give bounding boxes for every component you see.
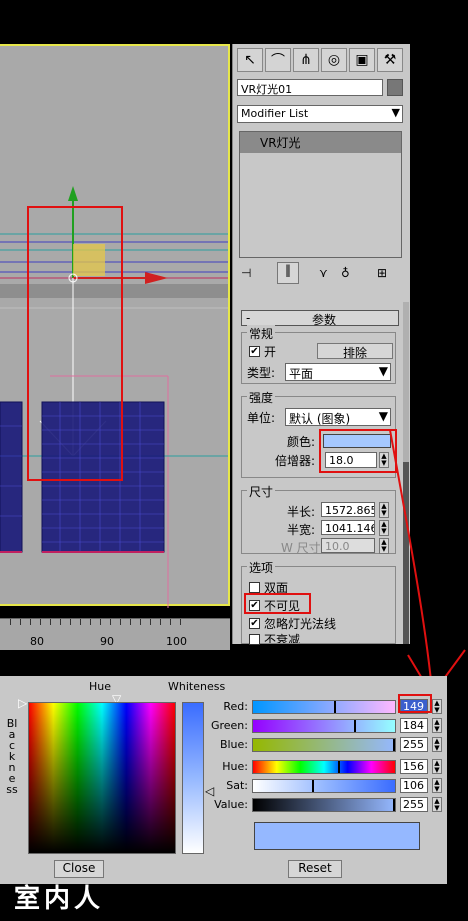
- slider-marker[interactable]: [354, 720, 356, 732]
- reset-button[interactable]: Reset: [288, 860, 342, 878]
- color-swatch: [254, 822, 420, 850]
- ignore-normals-checkbox[interactable]: ✔: [249, 618, 260, 629]
- light-highlight-box: [27, 206, 123, 481]
- w-size-label: W 尺寸: [281, 541, 321, 555]
- remove-modifier-icon[interactable]: ♁: [341, 266, 357, 282]
- hue-label: Hue: [89, 680, 112, 693]
- picker-row-label: Sat:: [226, 779, 248, 792]
- picker-row-label: Green:: [210, 719, 248, 732]
- modify-tab-icon[interactable]: ⌒: [265, 48, 291, 72]
- type-value: 平面: [289, 367, 314, 381]
- half-width-label: 半宽:: [287, 523, 316, 537]
- unit-label: 单位:: [247, 411, 276, 425]
- half-length-label: 半长:: [287, 505, 316, 519]
- type-dropdown[interactable]: 平面 ▼: [285, 363, 391, 381]
- picker-row-spinner[interactable]: ▲ ▼: [432, 797, 442, 812]
- picker-row-label: Red:: [223, 700, 248, 713]
- picker-row-label: Hue:: [222, 760, 248, 773]
- multiplier-label: 倍增器:: [275, 454, 316, 468]
- intensity-title: 强度: [247, 389, 276, 406]
- picker-row-spinner[interactable]: ▲ ▼: [432, 699, 442, 714]
- pin-stack-icon[interactable]: ⊣: [241, 266, 257, 282]
- hierarchy-tab-icon[interactable]: ⋔: [293, 48, 319, 72]
- params-rollout-header[interactable]: - 参数: [241, 310, 399, 327]
- picker-row-slider[interactable]: [252, 798, 396, 812]
- modifier-stack[interactable]: VR灯光: [239, 131, 402, 258]
- slider-marker[interactable]: [338, 761, 340, 773]
- type-label: 类型:: [247, 366, 276, 380]
- picker-row-label: Blue:: [219, 738, 248, 751]
- unit-value: 默认 (图象): [289, 412, 351, 426]
- picker-row-value[interactable]: 106: [400, 778, 428, 793]
- ruler-label: 90: [100, 635, 114, 648]
- configure-sets-icon[interactable]: ⊞: [377, 266, 393, 282]
- picker-row-spinner[interactable]: ▲ ▼: [432, 759, 442, 774]
- viewport[interactable]: [0, 44, 230, 608]
- picker-row-slider[interactable]: [252, 738, 396, 752]
- double-sided-checkbox[interactable]: [249, 582, 260, 593]
- blackness-label: Blackness: [6, 717, 18, 796]
- utilities-tab-icon[interactable]: ⚒: [377, 48, 403, 72]
- modifier-list-label: Modifier List: [241, 107, 309, 120]
- ignore-normals-label: 忽略灯光法线: [264, 617, 337, 631]
- picker-row-value[interactable]: 184: [400, 718, 428, 733]
- half-length-input[interactable]: 1572.865: [321, 502, 375, 517]
- slider-marker[interactable]: [312, 780, 314, 792]
- modifier-list-dropdown[interactable]: Modifier List ▼: [237, 105, 403, 123]
- picker-row-value[interactable]: 255: [400, 737, 428, 752]
- wireframe-cabinet-left: [0, 401, 23, 553]
- blackness-pointer-icon[interactable]: ▷: [18, 696, 27, 710]
- create-tab-icon[interactable]: ↖: [237, 48, 263, 72]
- red-value-highlight-box: [398, 694, 432, 713]
- picker-row-slider[interactable]: [252, 719, 396, 733]
- chevron-down-icon: ▼: [378, 364, 388, 378]
- ruler-label: 80: [30, 635, 44, 648]
- picker-row-spinner[interactable]: ▲ ▼: [432, 778, 442, 793]
- on-checkbox[interactable]: ✔: [249, 346, 260, 357]
- object-color-swatch[interactable]: [387, 79, 403, 96]
- ruler-label: 100: [166, 635, 187, 648]
- watermark: 室内人: [14, 884, 105, 914]
- color-label: 颜色:: [287, 435, 316, 449]
- picker-row-slider[interactable]: [252, 760, 396, 774]
- timeline-ruler[interactable]: 80 90 100: [0, 618, 230, 650]
- w-size-input[interactable]: 10.0: [321, 538, 375, 553]
- rollout-collapse-icon: -: [246, 311, 251, 325]
- slider-marker[interactable]: [393, 739, 395, 751]
- picker-row-value[interactable]: 255: [400, 797, 428, 812]
- hue-blackness-field[interactable]: [28, 702, 176, 854]
- size-title: 尺寸: [247, 483, 276, 500]
- general-title: 常规: [247, 325, 276, 342]
- whiteness-label: Whiteness: [168, 680, 226, 693]
- make-unique-icon[interactable]: ⋎: [319, 266, 335, 282]
- close-button[interactable]: Close: [54, 860, 104, 878]
- picker-row-label: Value:: [214, 798, 248, 811]
- slider-marker[interactable]: [393, 799, 395, 811]
- options-title: 选项: [247, 559, 276, 576]
- picker-row-spinner[interactable]: ▲ ▼: [432, 718, 442, 733]
- on-label: 开: [264, 345, 277, 359]
- object-name-field[interactable]: VR灯光01: [237, 79, 383, 96]
- display-tab-icon[interactable]: ▣: [349, 48, 375, 72]
- color-picker-dialog: Hue Whiteness Blackness ▷ ▽ ◁ Red: 149 ▲ ▼ G…: [0, 676, 447, 884]
- picker-row-spinner[interactable]: ▲ ▼: [432, 737, 442, 752]
- motion-tab-icon[interactable]: ◎: [321, 48, 347, 72]
- picker-row-slider[interactable]: [252, 700, 396, 714]
- no-decay-checkbox[interactable]: [249, 634, 260, 645]
- annotation-arrow: [389, 429, 466, 697]
- stack-item[interactable]: VR灯光: [240, 132, 401, 153]
- picker-row-slider[interactable]: [252, 779, 396, 793]
- half-width-input[interactable]: 1041.146: [321, 520, 375, 535]
- no-decay-label: 不衰减: [264, 633, 301, 643]
- show-end-result-icon[interactable]: ‖: [277, 262, 299, 284]
- invisible-highlight-box: [244, 593, 311, 614]
- exclude-button[interactable]: 排除: [317, 343, 393, 360]
- rollout-title: 参数: [312, 313, 337, 327]
- slider-marker[interactable]: [334, 701, 336, 713]
- chevron-down-icon: ▼: [391, 106, 400, 119]
- picker-row-value[interactable]: 156: [400, 759, 428, 774]
